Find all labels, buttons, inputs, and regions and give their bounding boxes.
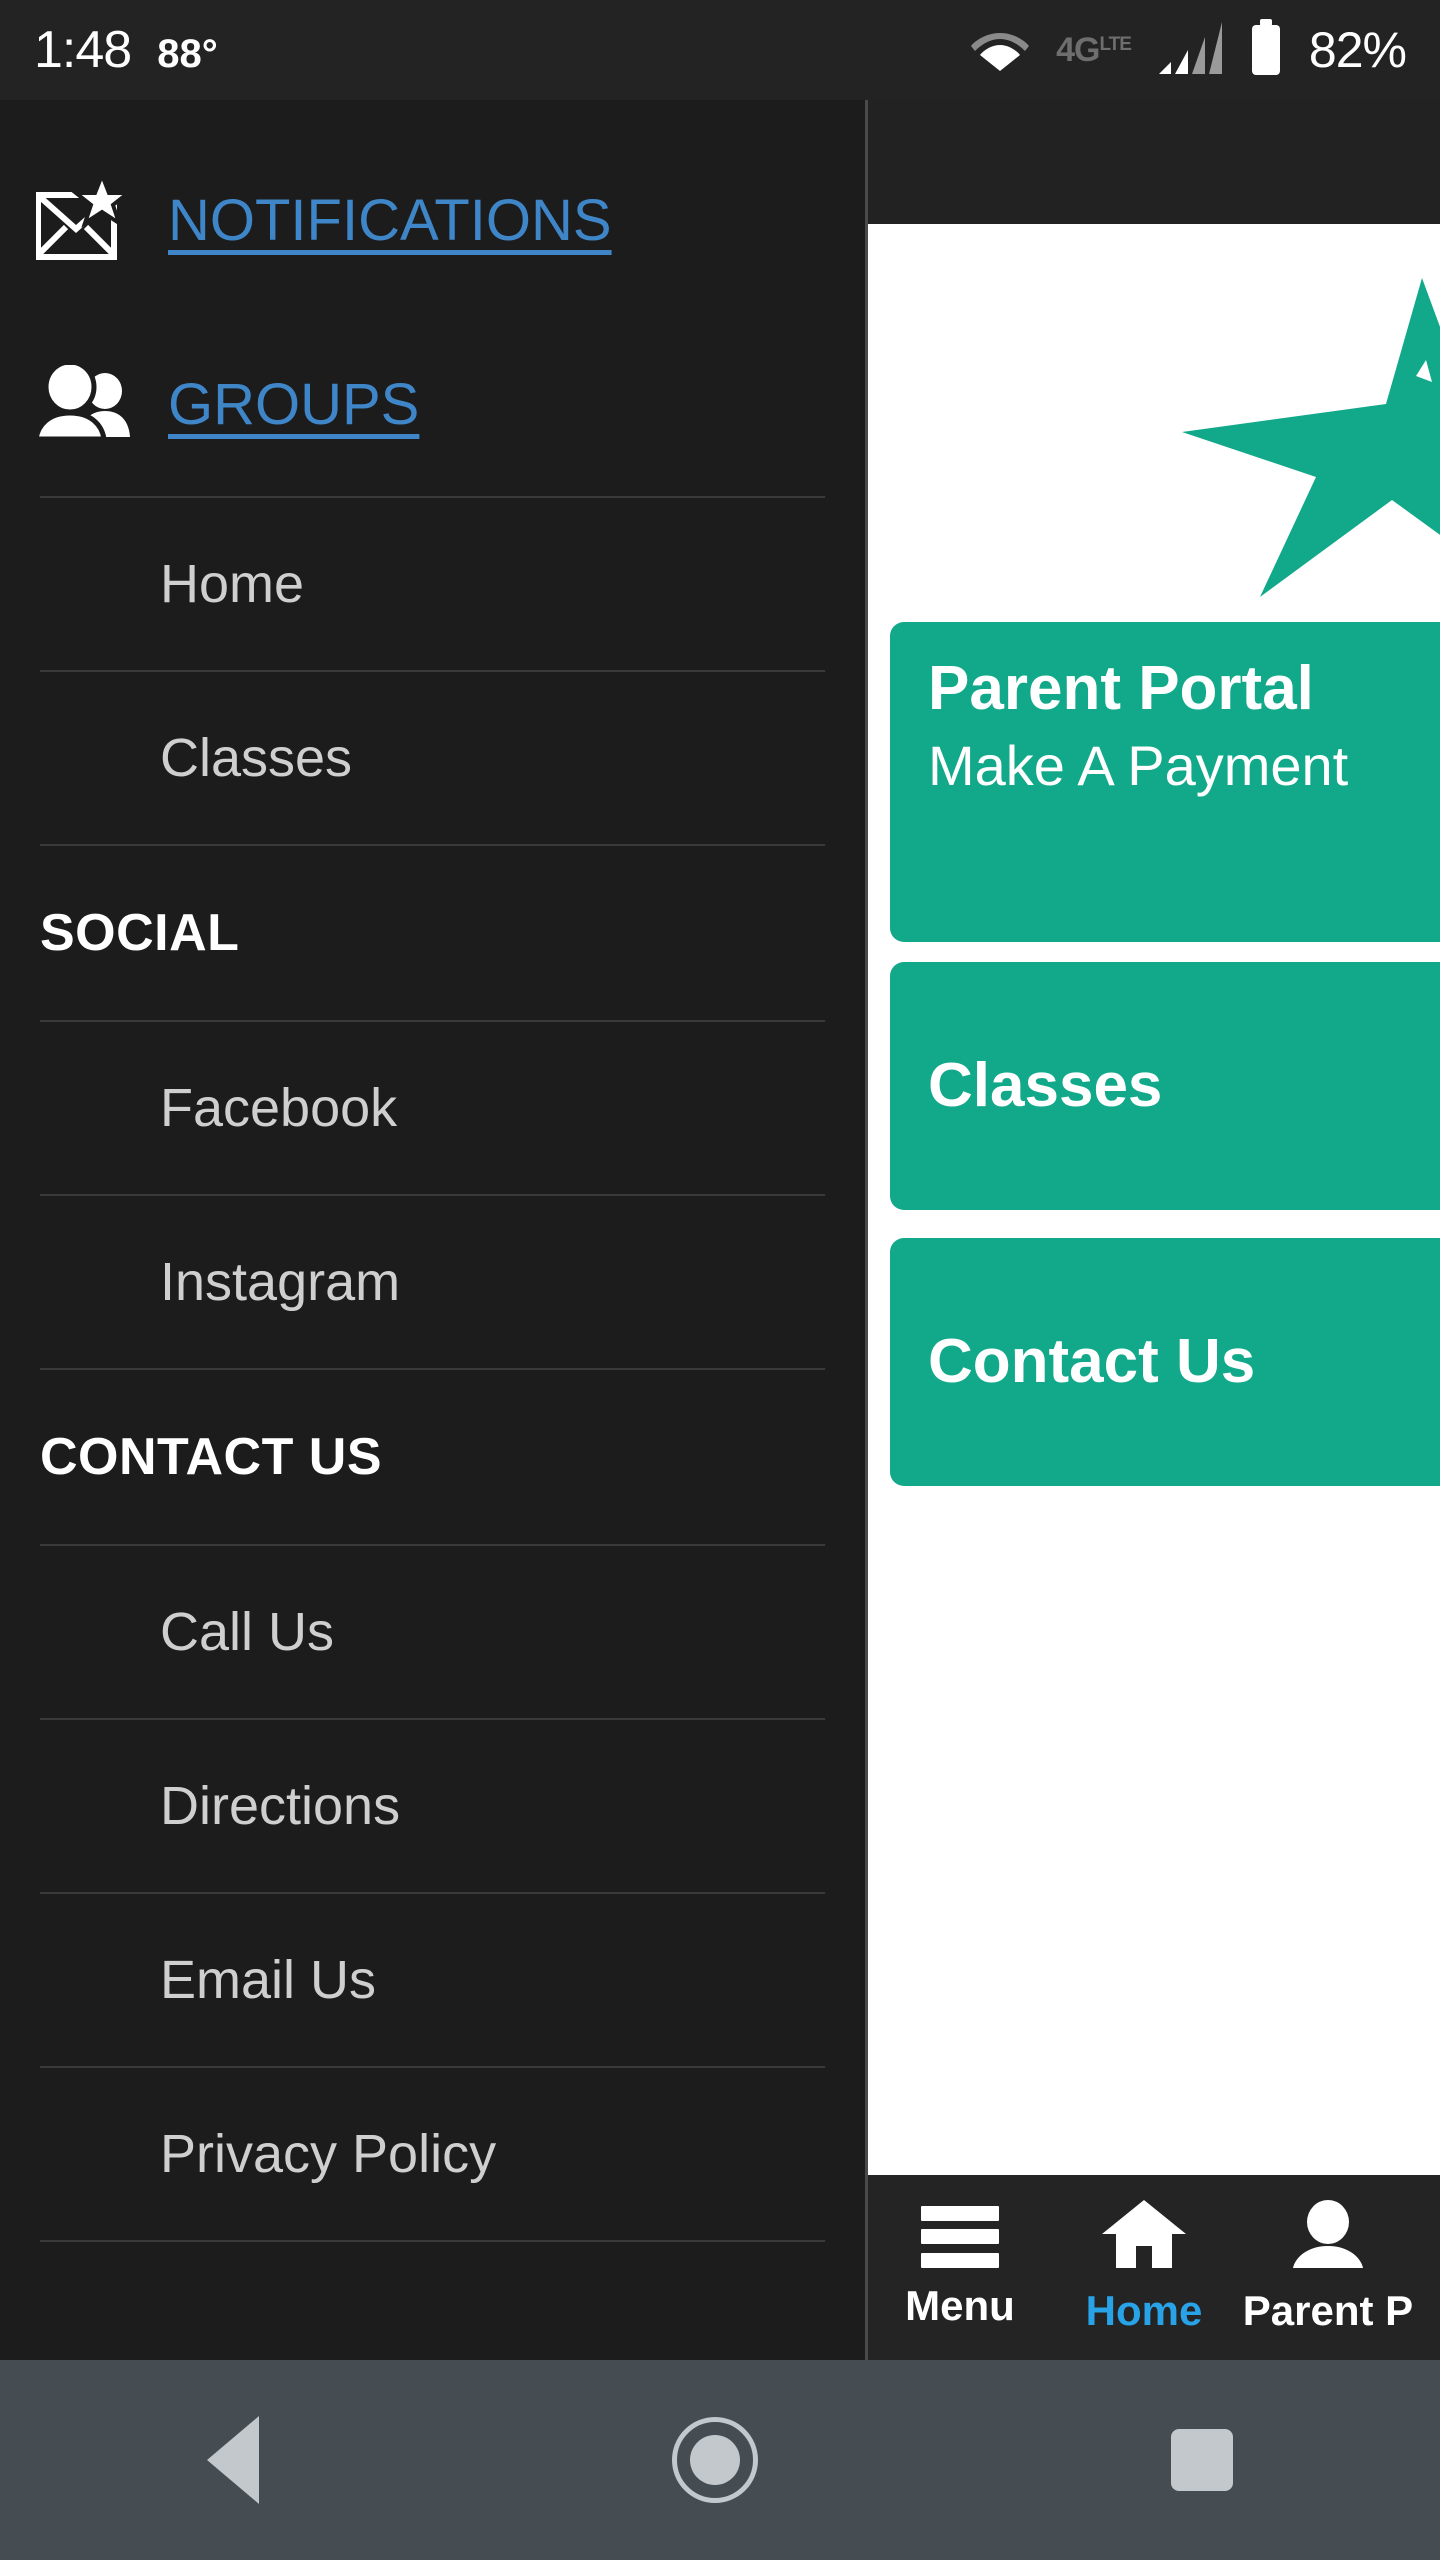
hamburger-icon bbox=[921, 2205, 999, 2268]
brand-logo bbox=[868, 272, 1440, 602]
status-bar-left: 1:48 88° bbox=[34, 20, 218, 80]
android-system-nav bbox=[0, 2360, 1440, 2560]
drawer-link-label: GROUPS bbox=[168, 371, 420, 437]
people-group-icon bbox=[33, 359, 134, 444]
phone-screen: 1:48 88° 4G LTE 82% Parent Portal Make A… bbox=[0, 0, 1440, 2560]
status-bar-right: 4G LTE 82% bbox=[970, 18, 1407, 82]
temperature: 88° bbox=[157, 32, 218, 76]
star-logo bbox=[1182, 278, 1440, 597]
menu-item-privacy-policy[interactable]: Privacy Policy bbox=[0, 2068, 865, 2240]
section-header-social: SOCIAL bbox=[40, 904, 240, 962]
drawer-link-label: NOTIFICATIONS bbox=[168, 187, 612, 253]
tile-subtitle: Make A Payment bbox=[928, 733, 1349, 797]
tile-classes[interactable]: Classes bbox=[890, 962, 1440, 1210]
tab-home[interactable]: Home bbox=[1052, 2175, 1236, 2360]
wifi-icon bbox=[970, 25, 1030, 76]
menu-item-instagram[interactable]: Instagram bbox=[0, 1196, 865, 1368]
section-header-contact-us: CONTACT US bbox=[40, 1428, 383, 1486]
content-scroll-area: Parent Portal Make A Payment Classes Con… bbox=[868, 224, 1440, 2175]
menu-item-call-us[interactable]: Call Us bbox=[0, 1546, 865, 1718]
tab-menu[interactable]: Menu bbox=[868, 2175, 1052, 2360]
battery-icon bbox=[1249, 18, 1283, 82]
tile-contact-us[interactable]: Contact Us bbox=[890, 1238, 1440, 1486]
house-icon bbox=[1102, 2200, 1186, 2273]
signal-bars-icon bbox=[1157, 20, 1223, 81]
battery-percent: 82% bbox=[1308, 22, 1407, 78]
network-type-icon: 4G LTE bbox=[1056, 31, 1132, 69]
drawer-link-groups[interactable]: GROUPS bbox=[0, 312, 865, 496]
tile-title: Contact Us bbox=[928, 1326, 1256, 1396]
tab-parent-portal[interactable]: Parent P bbox=[1236, 2175, 1420, 2360]
drawer-link-notifications[interactable]: NOTIFICATIONS bbox=[0, 128, 865, 312]
menu-item-directions[interactable]: Directions bbox=[0, 1720, 865, 1892]
tab-label: Home bbox=[1085, 2287, 1203, 2334]
menu-item-email-us[interactable]: Email Us bbox=[0, 1894, 865, 2066]
tile-title: Classes bbox=[928, 1050, 1163, 1120]
navigation-drawer: NOTIFICATIONS GROUPS Home Classes SOCIAL… bbox=[0, 100, 868, 2360]
tab-label: Menu bbox=[905, 2281, 1015, 2329]
bottom-tab-bar: Menu Home Parent P bbox=[868, 2175, 1440, 2360]
person-icon bbox=[1293, 2200, 1363, 2273]
menu-item-classes[interactable]: Classes bbox=[0, 672, 865, 844]
menu-item-facebook[interactable]: Facebook bbox=[0, 1022, 865, 1194]
home-circle-icon[interactable] bbox=[671, 2417, 758, 2503]
divider bbox=[40, 2240, 825, 2242]
tile-title: Parent Portal bbox=[928, 654, 1314, 723]
envelope-star-icon bbox=[35, 168, 134, 266]
recents-square-icon[interactable] bbox=[1171, 2429, 1234, 2491]
menu-item-home[interactable]: Home bbox=[0, 498, 865, 670]
tab-label: Parent P bbox=[1242, 2287, 1414, 2334]
status-bar: 1:48 88° 4G LTE 82% bbox=[0, 0, 1440, 100]
clock: 1:48 bbox=[34, 21, 132, 79]
tile-parent-portal[interactable]: Parent Portal Make A Payment bbox=[890, 622, 1440, 942]
content-pane: Parent Portal Make A Payment Classes Con… bbox=[868, 100, 1440, 2175]
back-triangle-icon[interactable] bbox=[206, 2416, 259, 2504]
